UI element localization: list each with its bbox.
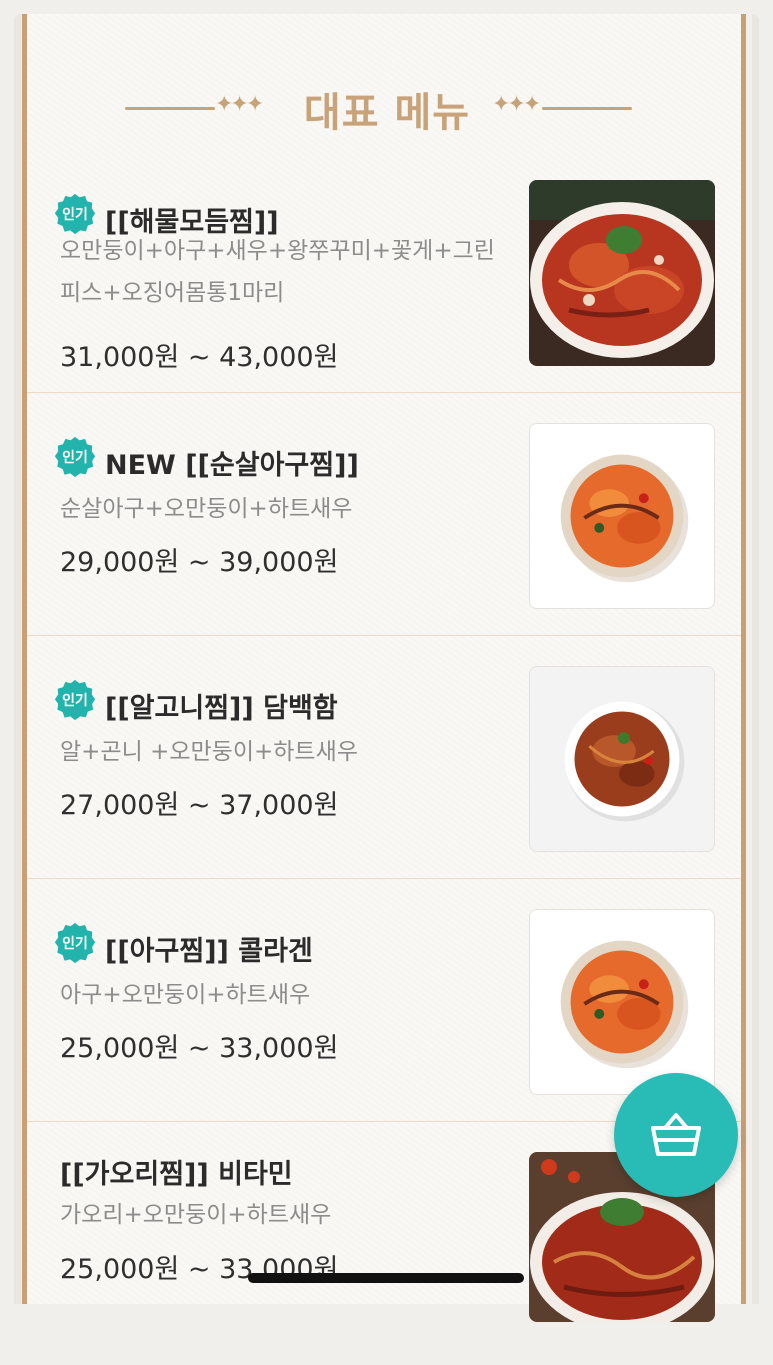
monkfish-bowl-photo	[530, 910, 714, 1094]
menu-item-photo[interactable]	[529, 423, 715, 609]
popular-badge: 인기	[55, 923, 95, 963]
home-indicator[interactable]	[248, 1273, 524, 1283]
menu-item-photo[interactable]	[529, 909, 715, 1095]
menu-item[interactable]: 인기 NEW [[순살아구찜]] 순살아구+오만둥이+하트새우 29,000원 …	[27, 393, 741, 636]
menu-item-description: 순살아구+오만둥이+하트새우	[60, 496, 353, 522]
popular-badge: 인기	[55, 437, 95, 477]
menu-item-description: 가오리+오만둥이+하트새우	[60, 1202, 332, 1228]
menu-item-price: 31,000원 ~ 43,000원	[60, 342, 339, 373]
menu-item-description: 알+곤니 +오만둥이+하트새우	[60, 739, 358, 765]
menu-item-title: [[가오리찜]] 비타민	[60, 1159, 293, 1190]
monkfish-bowl-photo	[530, 424, 714, 608]
cart-button[interactable]	[614, 1073, 738, 1197]
menu-item-price: 25,000원 ~ 33,000원	[60, 1033, 339, 1064]
menu-item-title: [[알고니찜]] 담백함	[105, 693, 338, 724]
menu-item-price: 27,000원 ~ 37,000원	[60, 790, 339, 821]
roe-bowl-photo	[530, 667, 714, 851]
menu-item-title: [[아구찜]] 콜라겐	[105, 936, 313, 967]
menu-item-photo[interactable]	[529, 180, 715, 366]
menu-item-title: NEW [[순살아구찜]]	[105, 450, 359, 481]
menu-item-description: 오만둥이+아구+새우+왕쭈꾸미+꽃게+그린피스+오징어몸통1마리	[60, 238, 495, 306]
outer-frame-left	[14, 14, 21, 1304]
menu-item[interactable]: 인기 [[해물모듬찜]] 오만둥이+아구+새우+왕쭈꾸미+꽃게+그린피스+오징어…	[27, 150, 741, 393]
section-header: ✦✦✦ 대표 메뉴 ✦✦✦	[27, 74, 751, 144]
section-title: 대표 메뉴	[303, 90, 471, 136]
popular-badge: 인기	[55, 194, 95, 234]
outer-frame-right	[752, 14, 759, 1304]
menu-item[interactable]: 인기 [[알고니찜]] 담백함 알+곤니 +오만둥이+하트새우 27,000원 …	[27, 636, 741, 879]
menu-item[interactable]: 인기 [[아구찜]] 콜라겐 아구+오만둥이+하트새우 25,000원 ~ 33…	[27, 879, 741, 1122]
header-divider-right	[542, 107, 632, 110]
header-ornament-right: ✦✦✦	[492, 92, 541, 117]
menu-item-photo[interactable]	[529, 666, 715, 852]
menu-item-price: 29,000원 ~ 39,000원	[60, 547, 339, 578]
seafood-platter-photo	[529, 180, 715, 366]
basket-icon	[651, 1113, 701, 1156]
menu-item-description: 아구+오만둥이+하트새우	[60, 982, 311, 1008]
popular-badge: 인기	[55, 680, 95, 720]
